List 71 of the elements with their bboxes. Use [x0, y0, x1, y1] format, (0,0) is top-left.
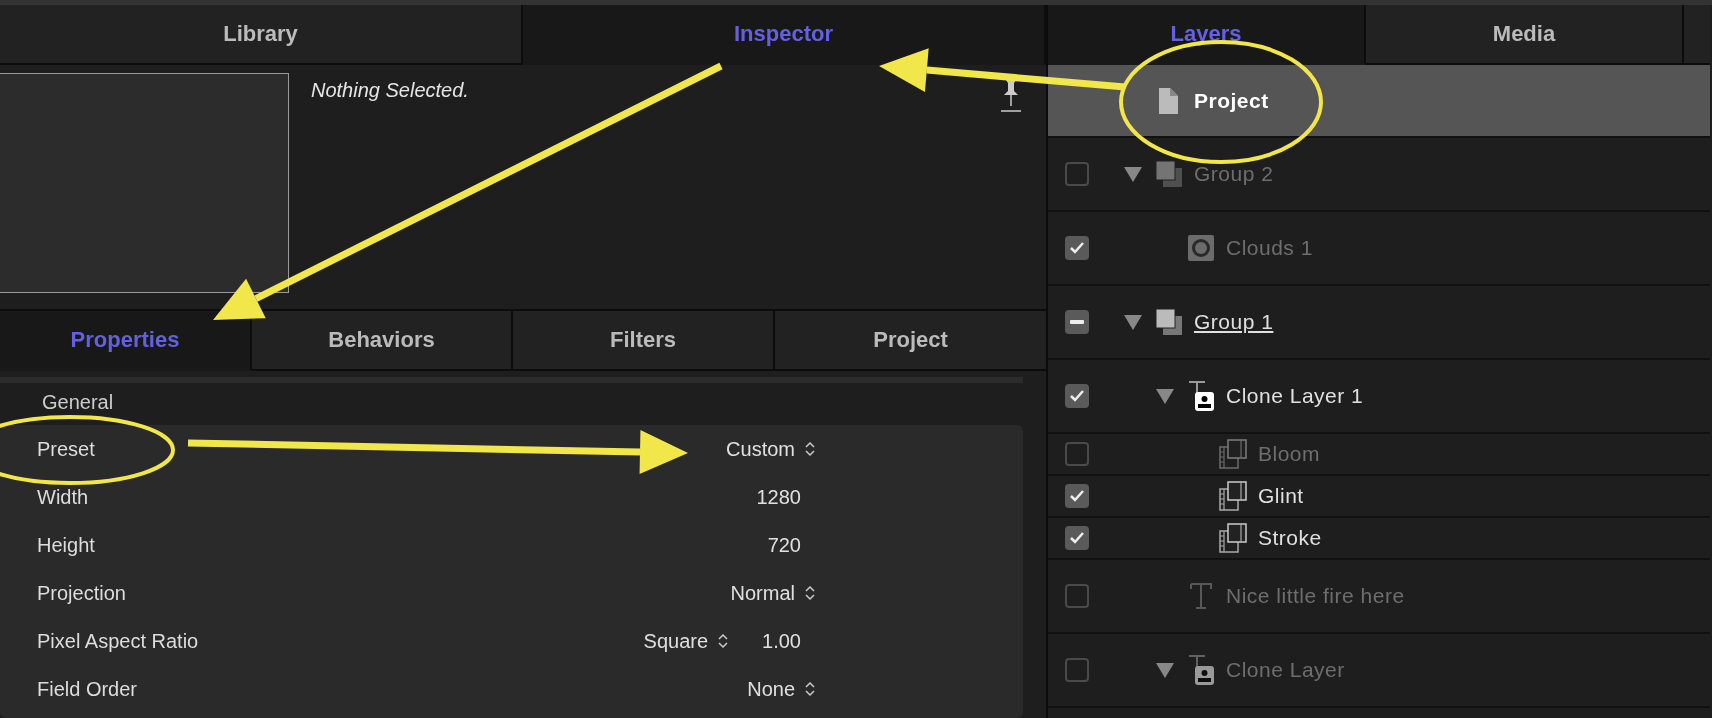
layer-name: Glint [1258, 484, 1304, 508]
generator-icon [1187, 234, 1215, 262]
subtab[interactable]: Project [775, 311, 1048, 371]
section-header: General [42, 391, 114, 413]
number-value[interactable]: 720 [767, 533, 815, 557]
stepper-icon [718, 633, 729, 649]
panel-tab[interactable]: Library [0, 5, 523, 65]
checkbox[interactable] [1065, 526, 1089, 550]
checkbox[interactable] [1065, 236, 1089, 260]
layer-row[interactable]: Glint [1048, 476, 1710, 518]
property-label: Field Order [37, 677, 138, 700]
layer-name: Bloom [1258, 442, 1321, 466]
subtab[interactable]: Behaviors [252, 311, 513, 371]
selection-status: Nothing Selected. [311, 79, 470, 102]
checkbox[interactable] [1065, 484, 1089, 508]
stacked-squares-icon [1155, 308, 1183, 336]
filter-icon [1219, 523, 1247, 553]
layer-name: Group 2 [1194, 162, 1274, 186]
number-value[interactable]: 1.00 [762, 629, 815, 653]
popup-menu[interactable]: Custom [726, 437, 815, 461]
property-label: Pixel Aspect Ratio [37, 629, 199, 652]
disclosure-triangle[interactable] [1123, 166, 1143, 182]
layer-row[interactable]: Group 1 [1048, 286, 1710, 360]
property-label: Height [37, 533, 95, 556]
property-label: Preset [37, 437, 95, 460]
checkmark-icon [1069, 531, 1085, 545]
checkbox[interactable] [1065, 442, 1089, 466]
checkbox[interactable] [1065, 658, 1089, 682]
layer-row[interactable]: Clone Layer 1 [1048, 360, 1710, 434]
layer-name: Group 1 [1194, 310, 1274, 334]
filter-icon [1219, 481, 1247, 511]
disclosure-triangle[interactable] [1155, 662, 1175, 678]
checkbox[interactable] [1065, 310, 1089, 334]
layer-name: Clone Layer [1226, 658, 1345, 682]
filter-icon [1219, 439, 1247, 469]
checkmark-icon [1069, 241, 1085, 255]
stepper-icon [805, 585, 815, 601]
popup-menu[interactable]: None [747, 677, 815, 701]
subtab[interactable]: Properties [0, 311, 252, 371]
clone-layer-icon [1187, 654, 1215, 686]
popup-menu[interactable]: Normal [730, 581, 815, 605]
property-label: Width [37, 485, 89, 508]
pin-icon[interactable] [1000, 79, 1022, 113]
stepper-icon [805, 441, 815, 457]
checkbox[interactable] [1065, 162, 1089, 186]
number-value[interactable]: 1280 [756, 485, 815, 509]
checkmark-icon [1069, 389, 1085, 403]
layer-name: Stroke [1258, 526, 1322, 550]
panel-tab[interactable]: Layers [1048, 5, 1366, 65]
checkbox[interactable] [1065, 384, 1089, 408]
text-icon [1190, 583, 1212, 609]
dash-icon [1070, 320, 1084, 324]
stacked-squares-icon [1155, 160, 1183, 188]
property-label: Projection [37, 581, 126, 604]
layer-name: Clone Layer 1 [1226, 384, 1364, 408]
checkbox[interactable] [1065, 584, 1089, 608]
document-icon [1158, 86, 1180, 115]
layer-name: Nice little fire here [1226, 584, 1405, 608]
subtab[interactable]: Filters [513, 311, 775, 371]
disclosure-triangle[interactable] [1155, 388, 1175, 404]
layer-row[interactable]: Stroke [1048, 518, 1710, 560]
disclosure-triangle[interactable] [1123, 314, 1143, 330]
layer-name: Clouds 1 [1226, 236, 1313, 260]
stepper-icon [805, 681, 815, 697]
popup-menu[interactable]: Square [643, 629, 729, 653]
panel-tab[interactable]: Media [1366, 5, 1684, 65]
clone-layer-icon [1187, 380, 1215, 412]
panel-tab[interactable]: Inspector [523, 5, 1046, 65]
layer-row[interactable]: Project [1048, 65, 1710, 138]
layer-name: Project [1194, 88, 1269, 113]
checkmark-icon [1069, 489, 1085, 503]
